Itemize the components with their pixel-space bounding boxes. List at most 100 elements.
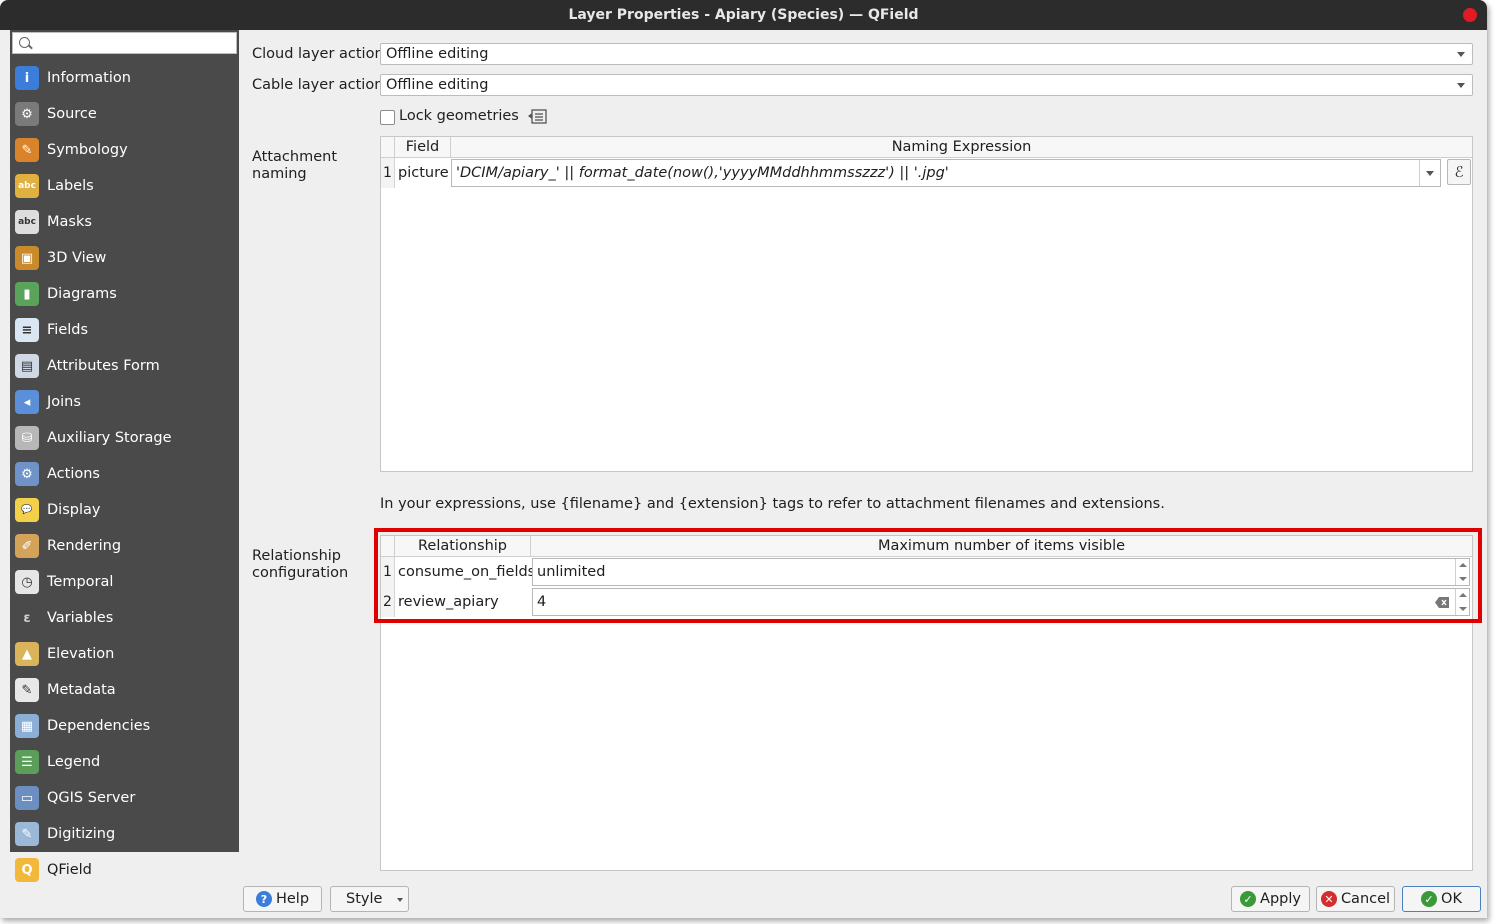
chevron-down-icon — [397, 898, 403, 902]
ok-button[interactable]: ✓ OK — [1402, 886, 1481, 912]
variables-icon: ε — [15, 606, 39, 630]
epsilon-icon: ℰ — [1454, 163, 1464, 181]
sidebar-item-label: Dependencies — [47, 718, 151, 734]
sidebar-item-label: Fields — [47, 322, 89, 338]
sidebar-item-joins[interactable]: ◂ Joins — [10, 384, 239, 420]
sidebar-item-labels[interactable]: abc Labels — [10, 168, 239, 204]
check-icon: ✓ — [1421, 891, 1438, 907]
metadata-icon: ✎ — [15, 678, 39, 702]
sidebar-item-label: Elevation — [47, 646, 115, 662]
corner-header — [381, 137, 395, 158]
sidebar-item-label: Metadata — [47, 682, 116, 698]
sidebar: i Information ⚙ Source ✎ Symbology abc Labels ab… — [10, 30, 239, 888]
qfield-settings-panel: Cloud layer action Offline editing Cable… — [240, 30, 1487, 888]
lock-geometries-checkbox[interactable] — [380, 110, 395, 125]
help-button-label: Help — [275, 891, 310, 907]
sidebar-item-label: Diagrams — [47, 286, 117, 302]
sidebar-item-symbology[interactable]: ✎ Symbology — [10, 132, 239, 168]
sidebar-item-label: Masks — [47, 214, 92, 230]
help-icon: ? — [255, 891, 272, 907]
sidebar-item-display[interactable]: 💬 Display — [10, 492, 239, 528]
search-input[interactable] — [12, 32, 237, 54]
cable-layer-action-select[interactable]: Offline editing — [380, 74, 1473, 96]
search-icon — [19, 37, 30, 48]
style-button[interactable]: Style — [330, 886, 409, 912]
cancel-icon: ✕ — [1320, 891, 1337, 907]
auxiliary-storage-icon: ⛁ — [15, 426, 39, 450]
sidebar-item-label: Digitizing — [47, 826, 116, 842]
3d-view-icon: ▣ — [15, 246, 39, 270]
expression-dropdown[interactable] — [1419, 160, 1440, 186]
sidebar-item-fields[interactable]: ≡ Fields — [10, 312, 239, 348]
sidebar-item-qfield[interactable]: Q QField — [10, 852, 239, 888]
sidebar-item-actions[interactable]: ⚙ Actions — [10, 456, 239, 492]
title-bar: Layer Properties - Apiary (Species) — QF… — [0, 0, 1487, 30]
diagrams-icon: ▮ — [15, 282, 39, 306]
information-icon: i — [15, 66, 39, 90]
sidebar-item-metadata[interactable]: ✎ Metadata — [10, 672, 239, 708]
sidebar-item-legend[interactable]: ☰ Legend — [10, 744, 239, 780]
sidebar-item-digitizing[interactable]: ✎ Digitizing — [10, 816, 239, 852]
naming-expression-value: 'DCIM/apiary_' || format_date(now(),'yyy… — [456, 165, 949, 181]
sidebar-item-label: Source — [47, 106, 97, 122]
sidebar-item-rendering[interactable]: ✐ Rendering — [10, 528, 239, 564]
sidebar-item-information[interactable]: i Information — [10, 60, 239, 96]
sidebar-item-label: Attributes Form — [47, 358, 160, 374]
sidebar-nav: i Information ⚙ Source ✎ Symbology abc Labels ab… — [10, 60, 239, 888]
close-icon[interactable] — [1463, 8, 1477, 22]
cancel-button[interactable]: ✕ Cancel — [1316, 886, 1395, 912]
check-icon: ✓ — [1240, 891, 1257, 907]
style-button-label: Style — [346, 891, 383, 907]
apply-button[interactable]: ✓ Apply — [1231, 886, 1310, 912]
sidebar-item-dependencies[interactable]: ▦ Dependencies — [10, 708, 239, 744]
apply-button-label: Apply — [1260, 891, 1301, 907]
sidebar-item-attributes-form[interactable]: ▤ Attributes Form — [10, 348, 239, 384]
field-list-icon[interactable] — [528, 108, 550, 126]
window-title: Layer Properties - Apiary (Species) — QF… — [568, 7, 919, 23]
row-number: 1 — [381, 158, 395, 188]
joins-icon: ◂ — [15, 390, 39, 414]
qfield-icon: Q — [15, 858, 39, 882]
sidebar-item-label: Joins — [47, 394, 81, 410]
fields-icon: ≡ — [15, 318, 39, 342]
sidebar-item-label: Variables — [47, 610, 114, 626]
sidebar-item-elevation[interactable]: ▲ Elevation — [10, 636, 239, 672]
rendering-icon: ✐ — [15, 534, 39, 558]
sidebar-item-temporal[interactable]: ◷ Temporal — [10, 564, 239, 600]
cloud-layer-action-label: Cloud layer action — [252, 46, 384, 62]
digitizing-icon: ✎ — [15, 822, 39, 846]
cloud-layer-action-select[interactable]: Offline editing — [380, 43, 1473, 65]
sidebar-item-label: 3D View — [47, 250, 107, 266]
masks-icon: abc — [15, 210, 39, 234]
cable-layer-action-value: Offline editing — [386, 77, 489, 93]
legend-icon: ☰ — [15, 750, 39, 774]
sidebar-item-diagrams[interactable]: ▮ Diagrams — [10, 276, 239, 312]
display-icon: 💬 — [15, 498, 39, 522]
source-icon: ⚙ — [15, 102, 39, 126]
sidebar-item-label: QGIS Server — [47, 790, 136, 806]
cloud-layer-action-value: Offline editing — [386, 46, 489, 62]
sidebar-item-variables[interactable]: ε Variables — [10, 600, 239, 636]
expression-builder-button[interactable]: ℰ — [1447, 159, 1471, 185]
sidebar-item-label: Auxiliary Storage — [47, 430, 172, 446]
help-button[interactable]: ? Help — [243, 886, 322, 912]
sidebar-item-label: Symbology — [47, 142, 128, 158]
ok-button-label: OK — [1441, 891, 1462, 907]
sidebar-item-label: Legend — [47, 754, 101, 770]
attachment-naming-label: Attachment naming — [252, 149, 338, 182]
sidebar-item-masks[interactable]: abc Masks — [10, 204, 239, 240]
cancel-button-label: Cancel — [1340, 891, 1391, 907]
naming-expression-input[interactable]: 'DCIM/apiary_' || format_date(now(),'yyy… — [451, 159, 1441, 187]
field-cell[interactable]: picture — [395, 158, 451, 188]
lock-geometries-label: Lock geometries — [399, 108, 519, 124]
sidebar-item-qgis-server[interactable]: ▭ QGIS Server — [10, 780, 239, 816]
sidebar-item-source[interactable]: ⚙ Source — [10, 96, 239, 132]
sidebar-item-label: Information — [47, 70, 131, 86]
sidebar-item-label: Display — [47, 502, 101, 518]
highlight-box — [374, 528, 1482, 623]
dependencies-icon: ▦ — [15, 714, 39, 738]
qgis-server-icon: ▭ — [15, 786, 39, 810]
sidebar-item-3d-view[interactable]: ▣ 3D View — [10, 240, 239, 276]
actions-icon: ⚙ — [15, 462, 39, 486]
sidebar-item-auxiliary-storage[interactable]: ⛁ Auxiliary Storage — [10, 420, 239, 456]
